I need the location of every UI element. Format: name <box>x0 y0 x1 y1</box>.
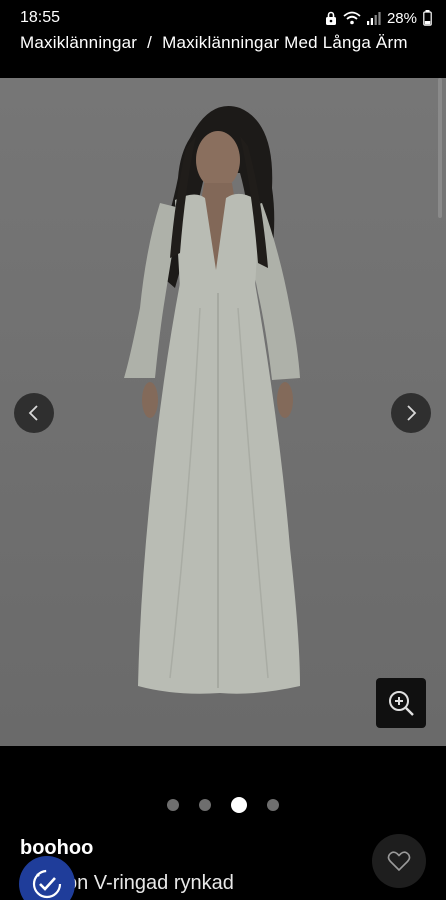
status-time: 18:55 <box>20 9 61 26</box>
scrollbar-thumb[interactable] <box>438 78 442 218</box>
battery-percent: 28% <box>386 9 417 27</box>
product-brand[interactable]: boohoo <box>20 837 93 860</box>
lock-icon <box>325 11 336 25</box>
heart-icon <box>387 851 411 872</box>
breadcrumb: Maxiklänningar / Maxiklänningar Med Långa … <box>20 33 446 59</box>
product-image-gallery[interactable] <box>0 78 446 746</box>
gallery-pagination <box>0 795 446 815</box>
badge-check-icon <box>32 869 62 899</box>
previous-image-button[interactable] <box>14 393 54 433</box>
pagination-dot-active[interactable] <box>231 797 247 813</box>
pagination-dot[interactable] <box>267 799 279 811</box>
chevron-left-icon <box>28 405 38 421</box>
next-image-button[interactable] <box>391 393 431 433</box>
chevron-right-icon <box>407 405 417 421</box>
breadcrumb-item-maxiklanningar[interactable]: Maxiklänningar <box>20 33 137 52</box>
favorite-button[interactable] <box>372 834 426 888</box>
accessibility-badge[interactable] <box>19 856 75 900</box>
pagination-dot[interactable] <box>199 799 211 811</box>
zoom-button[interactable] <box>376 678 426 728</box>
wifi-icon <box>343 11 361 25</box>
product-image <box>0 78 446 746</box>
status-icons: 28% <box>325 10 432 27</box>
battery-icon <box>423 10 432 26</box>
zoom-in-icon <box>389 691 414 716</box>
product-name: on V-ringad rynkad <box>66 872 234 894</box>
pagination-dot[interactable] <box>167 799 179 811</box>
breadcrumb-separator: / <box>147 33 153 52</box>
status-bar: 18:55 28% <box>0 0 446 36</box>
signal-icon <box>366 12 381 25</box>
breadcrumb-item-long-sleeve[interactable]: Maxiklänningar Med Långa Ärm <box>162 33 408 52</box>
